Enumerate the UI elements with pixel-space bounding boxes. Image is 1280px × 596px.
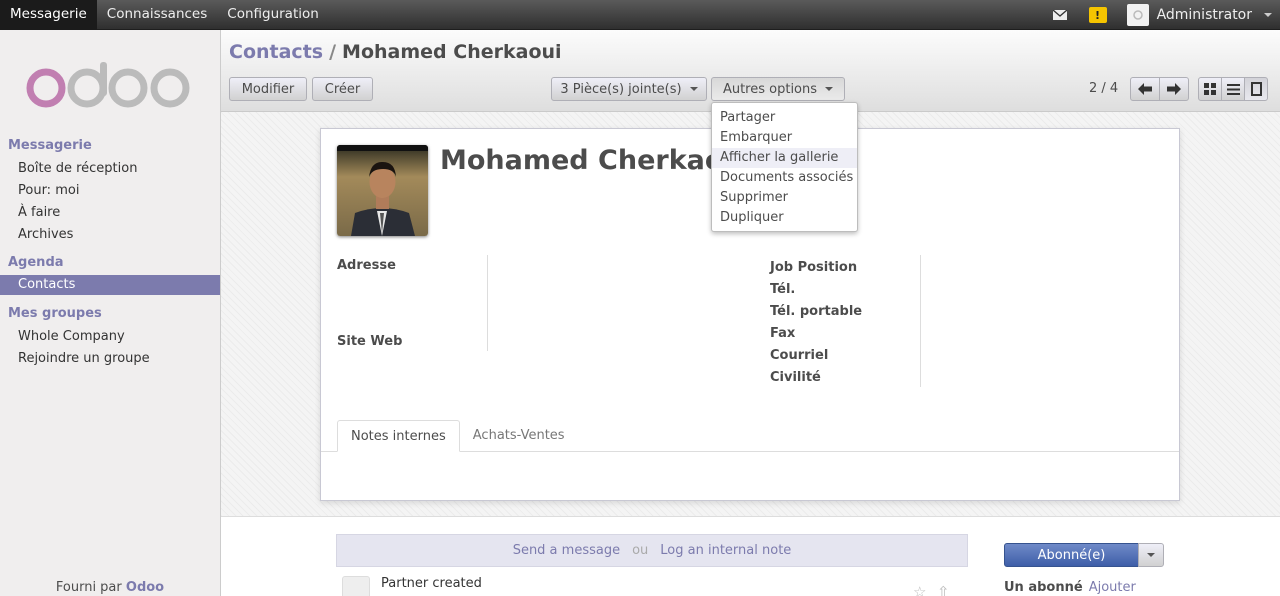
log-note-link[interactable]: Log an internal note <box>660 543 791 558</box>
field-label-phone: Tél. <box>770 282 796 297</box>
add-follower-link[interactable]: Ajouter <box>1089 580 1136 595</box>
edit-button-label: Modifier <box>241 81 295 97</box>
followers-summary: Un abonné Ajouter <box>1004 580 1136 595</box>
field-divider <box>487 255 488 351</box>
star-icon[interactable]: ☆ <box>913 583 926 596</box>
more-options-menu: Partager Embarquer Afficher la gallerie … <box>711 102 858 232</box>
sidebar-item-inbox[interactable]: Boîte de réception <box>0 159 220 179</box>
top-menu-messagerie[interactable]: Messagerie <box>0 0 97 30</box>
sidebar-item-for-me[interactable]: Pour: moi <box>0 181 220 201</box>
list-icon <box>1226 83 1240 95</box>
field-label-title: Civilité <box>770 370 821 385</box>
powered-by-link[interactable]: Odoo <box>126 580 164 595</box>
chevron-down-icon <box>689 87 698 91</box>
sidebar-item-whole-company[interactable]: Whole Company <box>0 327 220 347</box>
kanban-view-button[interactable] <box>1198 77 1222 101</box>
attachments-dropdown[interactable]: 3 Pièce(s) jointe(s) <box>551 77 707 101</box>
attachments-label: 3 Pièce(s) jointe(s) <box>560 81 682 97</box>
top-menu: Messagerie Connaissances Configuration <box>0 0 329 30</box>
contact-name: Mohamed Cherkaoui <box>440 145 752 176</box>
sidebar-item-archives[interactable]: Archives <box>0 225 220 245</box>
main-content: Contacts / Mohamed Cherkaoui Modifier Crée… <box>221 30 1280 596</box>
powered-by-prefix: Fourni par <box>55 580 122 595</box>
arrow-left-icon <box>1138 83 1152 95</box>
create-button-label: Créer <box>324 81 361 97</box>
breadcrumb: Contacts / Mohamed Cherkaoui <box>229 41 562 63</box>
sidebar-item-todo[interactable]: À faire <box>0 203 220 223</box>
menu-item-duplicate[interactable]: Dupliquer <box>712 208 857 228</box>
chatter-composer-bar: Send a message ou Log an internal note <box>336 534 968 567</box>
message-text: Partner created <box>381 576 482 591</box>
odoo-logo <box>26 62 190 108</box>
follow-options-button[interactable] <box>1138 543 1164 567</box>
list-view-button[interactable] <box>1221 77 1245 101</box>
section-title-groups: Mes groupes <box>8 306 102 321</box>
top-navbar: Messagerie Connaissances Configuration !… <box>0 0 1280 30</box>
field-label-job-position: Job Position <box>770 260 858 275</box>
form-icon <box>1250 82 1262 96</box>
field-label-address: Adresse <box>337 258 396 273</box>
notebook-tabs: Notes internes Achats-Ventes <box>337 420 578 452</box>
menu-item-delete[interactable]: Supprimer <box>712 188 857 208</box>
powered-by: Fourni par Odoo <box>0 580 220 595</box>
section-title-messagerie: Messagerie <box>8 138 92 153</box>
tab-internal-notes[interactable]: Notes internes <box>337 420 460 452</box>
tab-sales-purchases[interactable]: Achats-Ventes <box>460 420 578 452</box>
reply-icon[interactable]: ⇧ <box>937 583 950 596</box>
breadcrumb-parent[interactable]: Contacts <box>229 41 323 63</box>
arrow-right-icon <box>1167 83 1181 95</box>
more-options-dropdown[interactable]: Autres options <box>711 77 845 101</box>
chevron-down-icon[interactable] <box>1264 13 1272 17</box>
follow-button[interactable]: Abonné(e) <box>1004 543 1139 567</box>
menu-item-show-gallery[interactable]: Afficher la gallerie <box>712 148 857 168</box>
user-menu-name[interactable]: Administrator <box>1157 7 1252 23</box>
menu-item-related-documents[interactable]: Documents associés <box>712 168 857 188</box>
more-options-label: Autres options <box>722 81 818 97</box>
warning-icon[interactable]: ! <box>1088 7 1107 23</box>
menu-item-embed[interactable]: Embarquer <box>712 128 857 148</box>
left-sidebar: Messagerie Boîte de réception Pour: moi … <box>0 30 221 596</box>
menu-item-share[interactable]: Partager <box>712 108 857 128</box>
pager-next-button[interactable] <box>1159 77 1189 101</box>
section-title-agenda: Agenda <box>8 255 64 270</box>
field-label-fax: Fax <box>770 326 796 341</box>
pager-counter: 2 / 4 <box>1089 81 1119 96</box>
composer-or-text: ou <box>632 543 649 558</box>
edit-button[interactable]: Modifier <box>229 77 307 101</box>
field-label-email: Courriel <box>770 348 829 363</box>
create-button[interactable]: Créer <box>312 77 373 101</box>
field-divider <box>920 255 921 387</box>
chevron-down-icon <box>825 87 834 91</box>
mail-icon[interactable] <box>1052 10 1067 20</box>
sidebar-item-contacts[interactable]: Contacts <box>0 275 220 295</box>
breadcrumb-separator: / <box>329 41 337 63</box>
field-label-website: Site Web <box>337 334 403 349</box>
send-message-link[interactable]: Send a message <box>513 543 620 558</box>
field-label-mobile: Tél. portable <box>770 304 863 319</box>
sidebar-item-join-group[interactable]: Rejoindre un groupe <box>0 349 220 369</box>
top-menu-connaissances[interactable]: Connaissances <box>97 0 217 30</box>
view-header: Contacts / Mohamed Cherkaoui Modifier Crée… <box>221 30 1280 232</box>
follow-button-label: Abonné(e) <box>1037 547 1106 563</box>
kanban-icon <box>1204 83 1216 95</box>
user-avatar[interactable] <box>1126 4 1149 26</box>
message-avatar <box>342 576 370 596</box>
top-menu-configuration[interactable]: Configuration <box>217 0 329 30</box>
form-view-button[interactable] <box>1244 77 1268 101</box>
contact-photo[interactable] <box>337 145 428 236</box>
chevron-down-icon <box>1147 553 1155 557</box>
pager-previous-button[interactable] <box>1130 77 1160 101</box>
top-right-area: ! Administrator <box>1052 0 1280 30</box>
breadcrumb-current: Mohamed Cherkaoui <box>342 41 562 63</box>
followers-count: Un abonné <box>1004 580 1083 595</box>
